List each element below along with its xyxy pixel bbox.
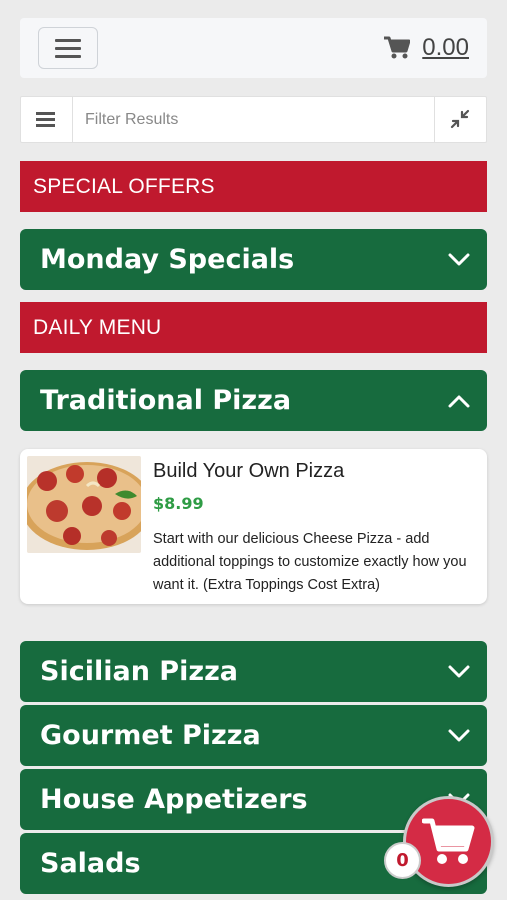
list-icon-line xyxy=(36,118,55,121)
filter-input[interactable] xyxy=(85,107,425,133)
chevron-down-icon xyxy=(448,729,470,742)
chevron-up-icon xyxy=(448,395,470,408)
category-gourmet-pizza[interactable]: Gourmet Pizza xyxy=(20,705,487,766)
hamburger-icon-line xyxy=(55,47,81,50)
category-monday-specials[interactable]: Monday Specials xyxy=(20,229,487,290)
cart-total-link[interactable]: 0.00 xyxy=(384,33,469,63)
category-label: House Appetizers xyxy=(40,784,308,815)
hamburger-icon xyxy=(55,39,81,42)
pizza-image xyxy=(27,456,141,553)
item-price: $8.99 xyxy=(153,494,204,513)
chevron-down-icon xyxy=(448,665,470,678)
special-offers-header: SPECIAL OFFERS xyxy=(20,161,487,212)
daily-menu-header: DAILY MENU xyxy=(20,302,487,353)
cart-total[interactable]: 0.00 xyxy=(422,34,469,62)
floating-cart-button[interactable] xyxy=(403,796,494,887)
cart-count-badge: 0 xyxy=(384,842,421,879)
category-traditional-pizza[interactable]: Traditional Pizza xyxy=(20,370,487,431)
item-name: Build Your Own Pizza xyxy=(153,460,345,482)
category-label: Monday Specials xyxy=(40,244,295,275)
collapse-all-button[interactable] xyxy=(434,97,486,142)
hamburger-icon-line xyxy=(55,55,81,58)
list-icon-line xyxy=(36,124,55,127)
category-label: Gourmet Pizza xyxy=(40,720,261,751)
category-label: Sicilian Pizza xyxy=(40,656,239,687)
menu-button[interactable] xyxy=(38,27,98,69)
filter-bar xyxy=(20,96,487,143)
menu-item-card[interactable]: Build Your Own Pizza $8.99 Start with ou… xyxy=(20,449,487,604)
category-label: Salads xyxy=(40,848,141,879)
category-label: Traditional Pizza xyxy=(40,385,292,416)
collapse-arrows-icon xyxy=(450,109,470,129)
list-icon xyxy=(36,112,55,115)
cart-icon xyxy=(384,36,411,59)
top-bar: 0.00 xyxy=(20,18,487,78)
chevron-down-icon xyxy=(448,253,470,266)
category-sicilian-pizza[interactable]: Sicilian Pizza xyxy=(20,641,487,702)
item-description: Start with our delicious Cheese Pizza - … xyxy=(153,531,467,593)
list-view-button[interactable] xyxy=(21,97,73,142)
cart-icon xyxy=(422,818,475,864)
